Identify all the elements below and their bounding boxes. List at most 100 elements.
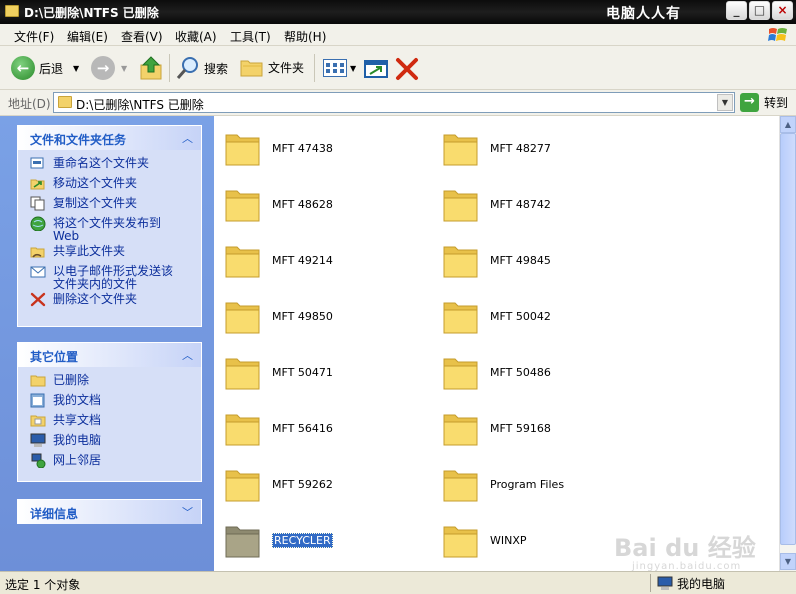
delete-x-icon <box>396 58 418 80</box>
folder-item[interactable]: MFT 49214 <box>224 240 333 280</box>
menu-bar: 文件(F) 编辑(E) 查看(V) 收藏(A) 工具(T) 帮助(H) <box>0 24 796 46</box>
folder-name: MFT 48742 <box>490 197 551 211</box>
menu-help[interactable]: 帮助(H) <box>284 28 326 45</box>
place-my-documents[interactable]: 我的文档 <box>18 393 201 413</box>
place-deleted-folder[interactable]: 已删除 <box>18 373 201 393</box>
folder-item[interactable]: RECYCLER <box>224 520 333 560</box>
collapse-chevron-icon[interactable]: ︿ <box>182 347 193 363</box>
task-delete-folder[interactable]: 删除这个文件夹 <box>18 292 201 312</box>
folder-item[interactable]: MFT 59168 <box>442 408 551 448</box>
folder-item[interactable]: MFT 50486 <box>442 352 551 392</box>
minimize-button[interactable]: _ <box>726 1 747 20</box>
my-computer-icon <box>30 433 46 447</box>
task-rename-folder[interactable]: 重命名这个文件夹 <box>18 156 201 176</box>
search-icon <box>176 57 198 79</box>
folder-name: MFT 50042 <box>490 309 551 323</box>
scroll-up-icon[interactable]: ▲ <box>780 116 796 133</box>
folder-icon <box>443 302 478 334</box>
back-button[interactable]: ← 后退 ▼ <box>11 56 79 80</box>
panel-header[interactable]: 其它位置 ︿ <box>18 343 201 367</box>
menu-edit[interactable]: 编辑(E) <box>67 28 108 45</box>
delete-button[interactable] <box>395 57 419 81</box>
watermark-text: 电脑人人有 <box>606 6 681 22</box>
folders-button[interactable]: 文件夹 <box>240 56 304 78</box>
folder-item[interactable]: MFT 50042 <box>442 296 551 336</box>
views-dropdown-icon[interactable]: ▼ <box>350 64 356 73</box>
toolbar-separator <box>169 54 170 82</box>
address-bar: 地址(D) D:\已删除\NTFS 已删除 ▼ → 转到 <box>0 90 796 116</box>
menu-favorites[interactable]: 收藏(A) <box>175 28 217 45</box>
search-button[interactable]: 搜索 <box>176 56 228 80</box>
folder-item[interactable]: MFT 59262 <box>224 464 333 504</box>
scroll-down-icon[interactable]: ▼ <box>780 553 796 570</box>
forward-button[interactable]: → ▼ <box>91 56 127 80</box>
folder-icon <box>225 134 260 166</box>
menu-view[interactable]: 查看(V) <box>121 28 163 45</box>
place-label: 我的电脑 <box>53 433 102 447</box>
folder-item[interactable]: WINXP <box>442 520 527 560</box>
folders-icon <box>240 60 263 77</box>
up-folder-button[interactable] <box>139 55 163 81</box>
panel-title: 详细信息 <box>30 507 79 521</box>
place-label: 网上邻居 <box>53 453 102 467</box>
folder-icon <box>443 134 478 166</box>
task-move-folder[interactable]: 移动这个文件夹 <box>18 176 201 196</box>
other-places-panel: 其它位置 ︿ 已删除 我的文档 共享文档 我的电脑 网上邻居 <box>17 342 202 482</box>
address-value: D:\已删除\NTFS 已删除 <box>76 98 204 112</box>
expand-chevron-icon[interactable]: ﹀ <box>182 504 193 520</box>
close-button[interactable]: × <box>772 1 793 20</box>
scroll-thumb[interactable] <box>780 133 796 545</box>
move-to-button[interactable] <box>364 59 388 79</box>
folder-item[interactable]: MFT 49845 <box>442 240 551 280</box>
views-button[interactable]: ▼ <box>323 59 356 77</box>
place-my-computer[interactable]: 我的电脑 <box>18 433 201 453</box>
address-label: 地址(D) <box>8 97 51 111</box>
place-shared-documents[interactable]: 共享文档 <box>18 413 201 433</box>
folder-item[interactable]: MFT 49850 <box>224 296 333 336</box>
folder-icon <box>443 414 478 446</box>
folder-item[interactable]: MFT 48742 <box>442 184 551 224</box>
folder-item[interactable]: MFT 48277 <box>442 128 551 168</box>
task-publish-web[interactable]: 将这个文件夹发布到 Web <box>18 216 201 244</box>
collapse-chevron-icon[interactable]: ︿ <box>182 130 193 146</box>
task-label: 共享此文件夹 <box>53 244 126 258</box>
folder-item[interactable]: MFT 48628 <box>224 184 333 224</box>
back-dropdown-icon[interactable]: ▼ <box>73 64 79 73</box>
forward-dropdown-icon[interactable]: ▼ <box>121 64 127 73</box>
go-button[interactable]: → 转到 <box>740 93 788 112</box>
delete-icon <box>30 292 46 307</box>
menu-file[interactable]: 文件(F) <box>14 28 54 45</box>
move-to-icon <box>364 60 388 78</box>
network-icon <box>31 453 46 468</box>
folder-item[interactable]: Program Files <box>442 464 564 504</box>
folder-name: MFT 59168 <box>490 421 551 435</box>
place-network[interactable]: 网上邻居 <box>18 453 201 473</box>
folder-item[interactable]: MFT 50471 <box>224 352 333 392</box>
panel-header[interactable]: 文件和文件夹任务 ︿ <box>18 126 201 150</box>
search-label: 搜索 <box>204 61 229 76</box>
move-icon <box>30 179 45 190</box>
toolbar-separator <box>314 54 315 82</box>
panel-header[interactable]: 详细信息 ﹀ <box>18 500 201 524</box>
folder-view: MFT 47438 MFT 48277 MFT 48628 MFT 48742 MFT … <box>214 116 779 571</box>
watermark-main: Bai du 经验 <box>614 534 756 562</box>
folder-icon <box>30 375 46 387</box>
panel-body: 已删除 我的文档 共享文档 我的电脑 网上邻居 <box>18 367 201 479</box>
task-share-folder[interactable]: 共享此文件夹 <box>18 244 201 264</box>
maximize-button[interactable]: □ <box>749 1 770 20</box>
vertical-scrollbar[interactable]: ▲ ▼ <box>779 116 796 571</box>
task-label: 移动这个文件夹 <box>53 176 138 190</box>
place-label: 我的文档 <box>53 393 102 407</box>
task-copy-folder[interactable]: 复制这个文件夹 <box>18 196 201 216</box>
menu-tools[interactable]: 工具(T) <box>230 28 271 45</box>
task-email-files[interactable]: 以电子邮件形式发送该 文件夹内的文件 <box>18 264 201 292</box>
folder-item[interactable]: MFT 56416 <box>224 408 333 448</box>
address-input[interactable]: D:\已删除\NTFS 已删除 ▼ <box>53 92 735 113</box>
my-computer-icon <box>657 576 673 590</box>
address-dropdown-icon[interactable]: ▼ <box>717 94 733 111</box>
status-divider <box>650 574 651 592</box>
folder-name: MFT 49845 <box>490 253 551 267</box>
details-panel: 详细信息 ﹀ <box>17 499 202 524</box>
folder-icon <box>5 5 19 17</box>
folder-item[interactable]: MFT 47438 <box>224 128 333 168</box>
